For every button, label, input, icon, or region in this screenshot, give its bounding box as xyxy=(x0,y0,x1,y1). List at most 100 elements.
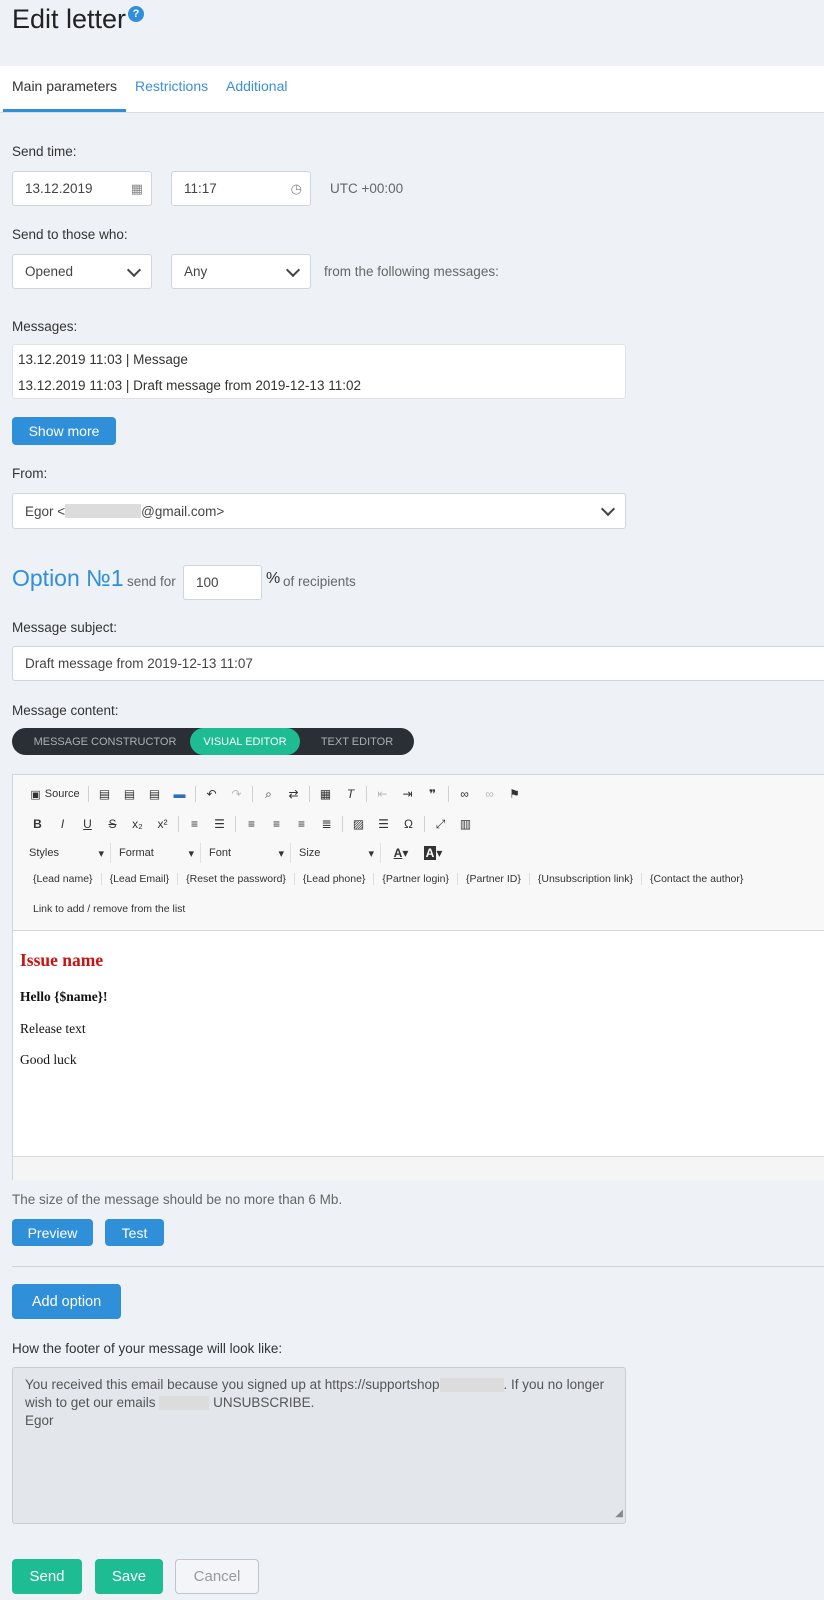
paste-icon[interactable]: ▤ xyxy=(92,784,117,804)
indent-icon[interactable]: ⇥ xyxy=(395,784,420,804)
font-combo[interactable]: Font ▾ xyxy=(205,843,291,863)
subscript-icon[interactable]: x₂ xyxy=(125,814,150,834)
greeting-text: Hello {$name}! xyxy=(20,989,108,1004)
macro-lead-phone[interactable]: {Lead phone} xyxy=(295,873,375,885)
condition-select[interactable]: Opened xyxy=(12,254,152,289)
size-note: The size of the message should be no mor… xyxy=(12,1192,343,1207)
remove-format-icon[interactable]: T xyxy=(338,784,363,804)
mode-message-constructor[interactable]: MESSAGE CONSTRUCTOR xyxy=(20,728,190,755)
calendar-icon[interactable]: ▦ xyxy=(131,181,143,197)
footer-unsubscribe: UNSUBSCRIBE. xyxy=(213,1395,315,1410)
macro-unsubscription-link[interactable]: {Unsubscription link} xyxy=(530,873,642,885)
align-center-icon[interactable]: ≡ xyxy=(264,814,289,834)
release-text: Release text xyxy=(20,1021,86,1036)
replace-icon[interactable]: ⇄ xyxy=(281,784,306,804)
source-label: Source xyxy=(44,788,80,800)
bullet-list-icon[interactable]: ☰ xyxy=(207,814,232,834)
test-button[interactable]: Test xyxy=(105,1219,164,1246)
show-blocks-icon[interactable]: ▥ xyxy=(453,814,478,834)
redacted-block xyxy=(439,1378,504,1393)
subject-input[interactable]: Draft message from 2019-12-13 11:07 xyxy=(12,646,824,681)
messages-list[interactable]: 13.12.2019 11:03 | Message 13.12.2019 11… xyxy=(12,344,626,399)
footer-line-3: Egor xyxy=(25,1413,54,1428)
percent-input[interactable]: 100 xyxy=(183,565,262,600)
time-input[interactable]: 11:17 ◷ xyxy=(171,171,311,206)
anchor-flag-icon[interactable]: ⚑ xyxy=(502,784,527,804)
superscript-icon[interactable]: x² xyxy=(150,814,175,834)
image-icon[interactable]: ▨ xyxy=(346,814,371,834)
tab-main-parameters[interactable]: Main parameters xyxy=(12,78,117,94)
italic-icon[interactable]: I xyxy=(50,814,75,834)
numbered-list-icon[interactable]: ≡ xyxy=(182,814,207,834)
size-combo[interactable]: Size ▾ xyxy=(295,843,381,863)
macro-lead-name[interactable]: {Lead name} xyxy=(25,873,102,885)
justify-icon[interactable]: ≣ xyxy=(314,814,339,834)
footer-line1-prefix: You received this email because you sign… xyxy=(25,1377,440,1392)
add-option-button[interactable]: Add option xyxy=(12,1284,121,1319)
footer-preview-textarea[interactable]: You received this email because you sign… xyxy=(12,1367,626,1524)
macro-lead-email[interactable]: {Lead Email} xyxy=(102,873,179,885)
source-button[interactable]: ▣ Source xyxy=(25,784,85,804)
macro-partner-id[interactable]: {Partner ID} xyxy=(458,873,530,885)
preview-button[interactable]: Preview xyxy=(12,1219,93,1246)
footer-line2-prefix: wish to get our emails xyxy=(25,1395,156,1410)
percent-value: 100 xyxy=(196,575,219,590)
styles-label: Styles xyxy=(29,847,59,859)
paste-word-icon[interactable]: ▤ xyxy=(142,784,167,804)
blockquote-icon[interactable]: ❞ xyxy=(420,784,445,804)
divider xyxy=(12,1266,824,1267)
mode-visual-editor[interactable]: VISUAL EDITOR xyxy=(190,728,300,755)
resize-handle-icon[interactable]: ◢ xyxy=(615,1505,623,1523)
send-for-label: send for xyxy=(127,574,176,589)
special-char-icon[interactable]: Ω xyxy=(396,814,421,834)
dropdown-arrow-icon: ▾ xyxy=(188,847,194,860)
paste-text-icon[interactable]: ▤ xyxy=(117,784,142,804)
styles-combo[interactable]: Styles ▾ xyxy=(25,843,111,863)
visual-editor: ▣ Source ▤ ▤ ▤ ▬ ↶ ↷ ⌕ ⇄ ▦ T ⇤ ⇥ ❞ ∞ ∞ ⚑ xyxy=(12,774,824,1180)
chevron-down-icon xyxy=(126,262,142,277)
maximize-icon[interactable]: ⤢ xyxy=(428,814,453,834)
scope-select[interactable]: Any xyxy=(171,254,311,289)
html-icon[interactable]: ▬ xyxy=(167,784,192,804)
horizontal-rule-icon[interactable]: ☰ xyxy=(371,814,396,834)
clock-icon[interactable]: ◷ xyxy=(291,181,302,197)
mode-text-editor[interactable]: TEXT EDITOR xyxy=(304,728,410,755)
underline-icon[interactable]: U xyxy=(75,814,100,834)
macro-contact-author[interactable]: {Contact the author} xyxy=(642,873,751,885)
undo-icon[interactable]: ↶ xyxy=(199,784,224,804)
macro-partner-login[interactable]: {Partner login} xyxy=(374,873,458,885)
link-icon[interactable]: ∞ xyxy=(452,784,477,804)
tab-additional[interactable]: Additional xyxy=(226,78,288,94)
save-button[interactable]: Save xyxy=(95,1559,163,1594)
date-input[interactable]: 13.12.2019 ▦ xyxy=(12,171,152,206)
strikethrough-icon[interactable]: S xyxy=(100,814,125,834)
align-right-icon[interactable]: ≡ xyxy=(289,814,314,834)
background-color-icon[interactable]: A ▾ xyxy=(417,843,449,863)
list-item[interactable]: 13.12.2019 11:03 | Draft message from 20… xyxy=(18,378,361,393)
tab-restrictions[interactable]: Restrictions xyxy=(135,78,208,94)
outdent-icon[interactable]: ⇤ xyxy=(370,784,395,804)
from-select[interactable]: Egor < @gmail.com> xyxy=(12,493,626,529)
content-label: Message content: xyxy=(12,703,119,718)
find-icon[interactable]: ⌕ xyxy=(256,784,281,804)
list-item[interactable]: 13.12.2019 11:03 | Message xyxy=(18,352,188,367)
macro-link-list[interactable]: Link to add / remove from the list xyxy=(25,903,193,915)
subject-value: Draft message from 2019-12-13 11:07 xyxy=(25,656,253,671)
show-more-button[interactable]: Show more xyxy=(12,417,116,445)
redo-icon[interactable]: ↷ xyxy=(224,784,249,804)
format-block-icon[interactable]: ▦ xyxy=(313,784,338,804)
subject-label: Message subject: xyxy=(12,620,118,635)
align-left-icon[interactable]: ≡ xyxy=(239,814,264,834)
editor-content[interactable]: Issue name Hello {$name}! Release text G… xyxy=(13,932,824,1156)
recipients-label: of recipients xyxy=(283,574,356,589)
bold-icon[interactable]: B xyxy=(25,814,50,834)
tabs-bar xyxy=(0,66,824,113)
cancel-button[interactable]: Cancel xyxy=(175,1559,259,1594)
unlink-icon[interactable]: ∞ xyxy=(477,784,502,804)
from-name: Egor < xyxy=(25,503,66,519)
text-color-icon[interactable]: A ▾ xyxy=(385,843,417,863)
format-combo[interactable]: Format ▾ xyxy=(115,843,201,863)
help-icon[interactable]: ? xyxy=(128,6,144,22)
macro-reset-password[interactable]: {Reset the password} xyxy=(178,873,295,885)
send-button[interactable]: Send xyxy=(12,1559,82,1594)
